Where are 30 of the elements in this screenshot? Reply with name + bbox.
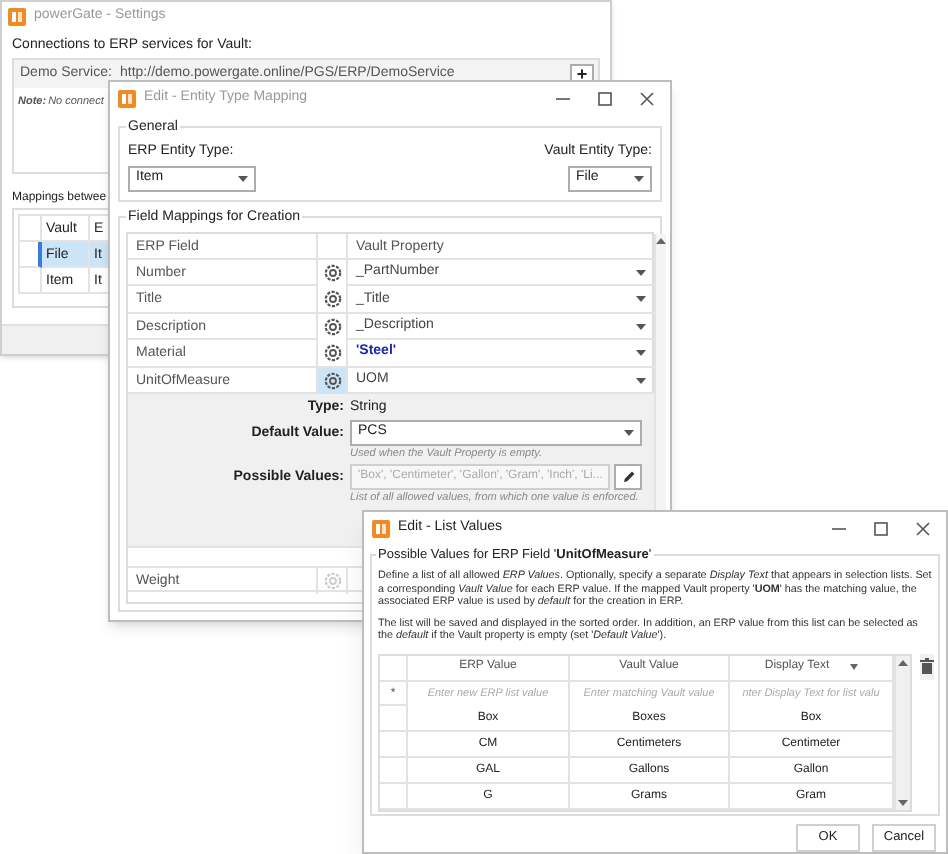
gear-button[interactable] bbox=[318, 260, 348, 286]
sort-caret-icon bbox=[849, 664, 858, 671]
delete-button[interactable] bbox=[920, 653, 934, 680]
gear-button[interactable] bbox=[318, 286, 348, 313]
scroll-down-icon bbox=[898, 799, 908, 806]
gear-button[interactable] bbox=[318, 340, 348, 367]
maximize-icon bbox=[598, 91, 612, 105]
dropdown-caret-icon bbox=[636, 377, 647, 384]
gear-button[interactable] bbox=[318, 367, 348, 394]
dropdown-caret-icon bbox=[636, 296, 647, 303]
scroll-up-icon bbox=[898, 659, 908, 666]
gear-icon bbox=[323, 571, 341, 590]
close-icon bbox=[916, 521, 930, 535]
scrollbar[interactable] bbox=[894, 655, 910, 810]
dropdown-caret-icon bbox=[238, 176, 248, 182]
gear-button[interactable] bbox=[318, 313, 348, 340]
app-logo-icon bbox=[372, 519, 390, 537]
dropdown-caret-icon bbox=[636, 323, 647, 330]
pencil-icon bbox=[621, 469, 636, 484]
scroll-up-icon bbox=[656, 238, 667, 244]
dropdown-caret-icon bbox=[636, 270, 647, 276]
close-icon bbox=[640, 91, 654, 105]
dropdown-caret-icon bbox=[636, 350, 647, 357]
dropdown-caret-icon bbox=[624, 429, 635, 436]
maximize-icon bbox=[874, 521, 888, 535]
dropdown-caret-icon bbox=[634, 176, 644, 182]
app-logo-icon bbox=[8, 7, 26, 25]
app-logo-icon bbox=[118, 89, 136, 107]
edit-button[interactable] bbox=[614, 463, 643, 490]
trash-icon bbox=[920, 658, 934, 675]
